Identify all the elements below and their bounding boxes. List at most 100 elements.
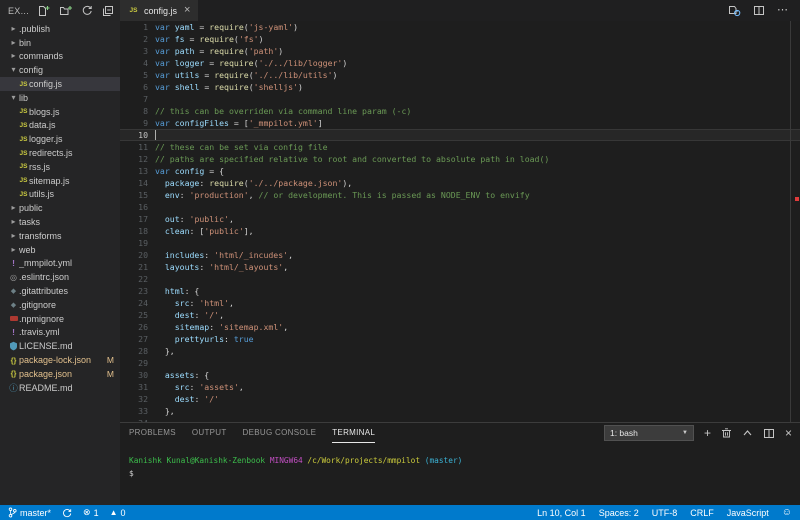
tree-item-utils-js[interactable]: JS utils.js <box>0 188 120 202</box>
warning-count-value: 0 <box>120 507 126 518</box>
tree-item-label: utils.js <box>29 189 55 200</box>
tree-item-npmignore[interactable]: .npmignore <box>0 312 120 326</box>
close-panel-icon[interactable]: × <box>785 427 792 439</box>
code-line-20: 20 includes: 'html/_incudes', <box>120 249 800 261</box>
warning-count[interactable]: ▲ 0 <box>110 508 126 518</box>
new-folder-icon[interactable] <box>59 5 72 17</box>
status-item-spaces-2[interactable]: Spaces: 2 <box>599 508 639 518</box>
status-item-utf-8[interactable]: UTF-8 <box>652 508 678 518</box>
tree-item-label: lib <box>19 92 29 103</box>
panel-tabs: PROBLEMS OUTPUT DEBUG CONSOLE TERMINAL <box>129 423 391 443</box>
code-line-19: 19 <box>120 237 800 249</box>
status-item-crlf[interactable]: CRLF <box>690 508 714 518</box>
tree-item-commands[interactable]: ▸ commands <box>0 50 120 64</box>
code-editor[interactable]: 1 var yaml = require('js-yaml') 2 var fs = … <box>120 21 800 423</box>
new-terminal-icon[interactable]: + <box>704 427 711 439</box>
line-number: 3 <box>143 46 148 56</box>
eslint-file-icon: ◎ <box>10 272 17 282</box>
error-count[interactable]: ⊗ 1 <box>83 508 99 518</box>
tree-item-label: logger.js <box>29 134 63 145</box>
terminal-line: Kanishk Kunal@Kanishk-Zenbook MINGW64 /c… <box>129 456 463 465</box>
panel-tab-terminal[interactable]: TERMINAL <box>332 423 376 443</box>
code-line-24: 24 src: 'html', <box>120 297 800 309</box>
tab-bar: JS config.js × ⋯ <box>120 0 800 21</box>
panel-tab-problems[interactable]: PROBLEMS <box>129 423 176 443</box>
tree-item-label: .gitattributes <box>19 286 69 297</box>
code-line-22: 22 <box>120 273 800 285</box>
tree-item-label: tasks <box>19 217 41 228</box>
tab-label: config.js <box>144 5 178 16</box>
tree-item-lib[interactable]: ▾ lib <box>0 91 120 105</box>
status-item-ln-10-col-1[interactable]: Ln 10, Col 1 <box>537 508 586 518</box>
js-file-icon: JS <box>19 121 28 129</box>
tree-item-package-lock-json[interactable]: {} package-lock.json M <box>0 353 120 367</box>
terminal-shell-select[interactable]: 1: bash ▼ <box>603 425 694 441</box>
tree-item-label: sitemap.js <box>29 175 70 186</box>
tree-item-rss-js[interactable]: JS rss.js <box>0 160 120 174</box>
tree-item-gitattributes[interactable]: ◆ .gitattributes <box>0 284 120 298</box>
feedback-smiley-icon[interactable]: ☺ <box>782 507 792 518</box>
js-file-icon: JS <box>129 7 138 14</box>
code-line-28: 28 }, <box>120 345 800 357</box>
line-number: 6 <box>143 82 148 92</box>
tree-item-license-md[interactable]: LICENSE.md <box>0 339 120 353</box>
maximize-panel-icon[interactable] <box>742 428 753 438</box>
overview-ruler[interactable] <box>790 21 800 423</box>
line-number: 24 <box>138 298 148 308</box>
tree-item-readme-md[interactable]: ⓘ README.md <box>0 381 120 395</box>
editor-group: JS config.js × ⋯ 1 var yaml = require('js… <box>120 0 800 505</box>
git-branch-icon <box>8 507 17 518</box>
git-modified-badge: M <box>106 368 114 379</box>
error-marker <box>795 197 799 201</box>
tree-item-gitignore[interactable]: ◆ .gitignore <box>0 298 120 312</box>
code-line-4: 4 var logger = require('./../lib/logger') <box>120 57 800 69</box>
kill-terminal-icon[interactable] <box>721 427 732 439</box>
tree-item-config[interactable]: ▾ config <box>0 63 120 77</box>
code-line-21: 21 layouts: 'html/_layouts', <box>120 261 800 273</box>
tree-item-tasks[interactable]: ▸ tasks <box>0 215 120 229</box>
code-line-14: 14 package: require('./../package.json')… <box>120 177 800 189</box>
tree-item-config-js[interactable]: JS config.js <box>0 77 120 91</box>
branch-label: master* <box>20 507 52 518</box>
more-actions-icon[interactable]: ⋯ <box>777 5 788 16</box>
collapse-all-icon[interactable] <box>102 5 114 17</box>
tree-item-label: transforms <box>19 230 62 241</box>
split-editor-icon[interactable] <box>753 5 765 16</box>
tree-item-label: rss.js <box>29 161 50 172</box>
tree-item-web[interactable]: ▸ web <box>0 243 120 257</box>
terminal-output[interactable]: Kanishk Kunal@Kanishk-Zenbook MINGW64 /c… <box>120 443 800 480</box>
split-terminal-icon[interactable] <box>763 428 775 439</box>
line-number: 20 <box>138 250 148 260</box>
line-number: 17 <box>138 214 148 224</box>
tab-config-js[interactable]: JS config.js × <box>120 0 199 21</box>
tree-item-logger-js[interactable]: JS logger.js <box>0 132 120 146</box>
code-line-17: 17 out: 'public', <box>120 213 800 225</box>
panel-tab-output[interactable]: OUTPUT <box>192 423 227 443</box>
sync-status[interactable] <box>62 508 72 518</box>
tree-item-publish[interactable]: ▸ .publish <box>0 22 120 36</box>
git-branch-status[interactable]: master* <box>8 507 51 518</box>
tree-item-eslintrc-json[interactable]: ◎ .eslintrc.json <box>0 270 120 284</box>
terminal-line: $ <box>129 469 134 478</box>
tree-item-package-json[interactable]: {} package.json M <box>0 367 120 381</box>
tree-item-mmpilot-yml[interactable]: ! _mmpilot.yml <box>0 257 120 271</box>
panel-tab-debug-console[interactable]: DEBUG CONSOLE <box>243 423 317 443</box>
tree-item-travis-yml[interactable]: ! .travis.yml <box>0 326 120 340</box>
tree-item-redirects-js[interactable]: JS redirects.js <box>0 146 120 160</box>
line-number: 22 <box>138 274 148 284</box>
status-item-javascript[interactable]: JavaScript <box>727 508 769 518</box>
new-file-icon[interactable] <box>37 5 50 17</box>
explorer-sidebar: EX... ▸ .publish ▸ bin ▸ commands ▾ config JS con… <box>0 0 120 505</box>
line-number: 33 <box>138 406 148 416</box>
tree-item-blogs-js[interactable]: JS blogs.js <box>0 105 120 119</box>
tree-item-bin[interactable]: ▸ bin <box>0 36 120 50</box>
tree-item-sitemap-js[interactable]: JS sitemap.js <box>0 174 120 188</box>
json-file-icon: {} <box>10 369 17 379</box>
refresh-icon[interactable] <box>81 5 93 17</box>
tree-item-data-js[interactable]: JS data.js <box>0 119 120 133</box>
tree-item-public[interactable]: ▸ public <box>0 201 120 215</box>
open-changes-icon[interactable] <box>728 5 741 17</box>
close-tab-icon[interactable]: × <box>184 5 190 16</box>
tree-item-transforms[interactable]: ▸ transforms <box>0 229 120 243</box>
chevron-down-icon: ▾ <box>11 92 16 102</box>
